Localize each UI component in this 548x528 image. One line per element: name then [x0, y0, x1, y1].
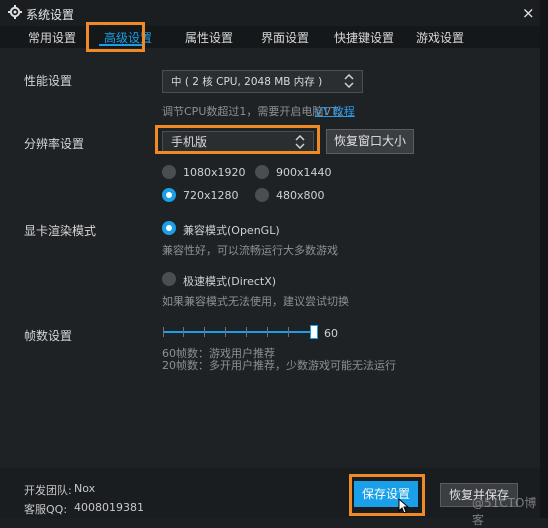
slider-tick	[288, 327, 289, 337]
window-title: 系统设置	[26, 8, 75, 22]
resolution-option-label: 1080x1920	[183, 166, 246, 179]
render-compat-desc: 兼容性好，可以流畅运行大多数游戏	[162, 244, 338, 257]
render-speed-label: 极速模式(DirectX)	[183, 275, 277, 288]
resolution-select-value: 手机版	[171, 135, 208, 149]
updown-chevron-icon	[295, 135, 305, 149]
dev-team-label: 开发团队:	[24, 484, 72, 497]
render-speed-desc: 如果兼容模式无法使用，建议尝试切换	[162, 295, 349, 308]
slider-tick	[246, 327, 247, 337]
fps-value: 60	[324, 327, 338, 340]
slider-tick	[267, 327, 268, 337]
background-strip	[540, 0, 548, 518]
performance-label: 性能设置	[24, 74, 73, 88]
tab-common[interactable]: 常用设置	[28, 29, 76, 46]
watermark: @51CTO博客	[472, 496, 537, 527]
resolution-option-label: 480x800	[276, 189, 325, 202]
tab-bar: 常用设置 高级设置 属性设置 界面设置 快捷键设置 游戏设置	[0, 26, 540, 48]
dev-team-value: Nox	[74, 482, 96, 495]
tab-games[interactable]: 游戏设置	[416, 29, 464, 46]
title-bar: 系统设置 ×	[0, 0, 540, 26]
fps-label: 帧数设置	[24, 329, 73, 343]
fps-hint-20: 20帧数：多开用户推荐，少数游戏可能无法运行	[162, 359, 396, 372]
tab-interface[interactable]: 界面设置	[261, 29, 309, 46]
render-radio-compat[interactable]	[162, 221, 176, 235]
resolution-option-label: 900x1440	[276, 166, 332, 179]
restore-window-size-button[interactable]: 恢复窗口大小	[326, 129, 414, 154]
resolution-option-label: 720x1280	[183, 189, 239, 202]
mouse-cursor-icon	[398, 498, 410, 514]
resolution-radio-900x1440[interactable]	[255, 165, 269, 179]
resolution-radio-720x1280[interactable]	[162, 188, 176, 202]
support-qq-value: 4008019381	[74, 501, 144, 514]
performance-select-value: 中 ( 2 核 CPU, 2048 MB 内存 )	[171, 76, 323, 88]
resolution-radio-1080x1920[interactable]	[162, 165, 176, 179]
gear-icon	[8, 5, 22, 19]
slider-tick	[225, 327, 226, 337]
tab-properties[interactable]: 属性设置	[185, 29, 233, 46]
updown-chevron-icon	[344, 74, 354, 88]
fps-slider-thumb[interactable]	[310, 325, 318, 339]
render-radio-speed[interactable]	[162, 272, 176, 286]
render-compat-label: 兼容模式(OpenGL)	[183, 224, 280, 237]
resolution-select[interactable]: 手机版	[162, 131, 314, 153]
slider-tick	[204, 327, 205, 337]
active-tab-indicator	[99, 44, 145, 46]
resolution-radio-480x800[interactable]	[255, 188, 269, 202]
slider-tick	[163, 327, 164, 337]
slider-tick	[183, 327, 184, 337]
resolution-label: 分辨率设置	[24, 137, 85, 151]
render-mode-label: 显卡渲染模式	[24, 224, 97, 238]
close-icon[interactable]: ×	[522, 4, 535, 22]
fps-slider-track[interactable]	[163, 331, 314, 333]
performance-select[interactable]: 中 ( 2 核 CPU, 2048 MB 内存 )	[162, 70, 363, 93]
vt-tutorial-link[interactable]: VT 教程	[315, 103, 355, 119]
tab-shortcuts[interactable]: 快捷键设置	[334, 29, 394, 46]
support-qq-label: 客服QQ:	[24, 503, 68, 516]
